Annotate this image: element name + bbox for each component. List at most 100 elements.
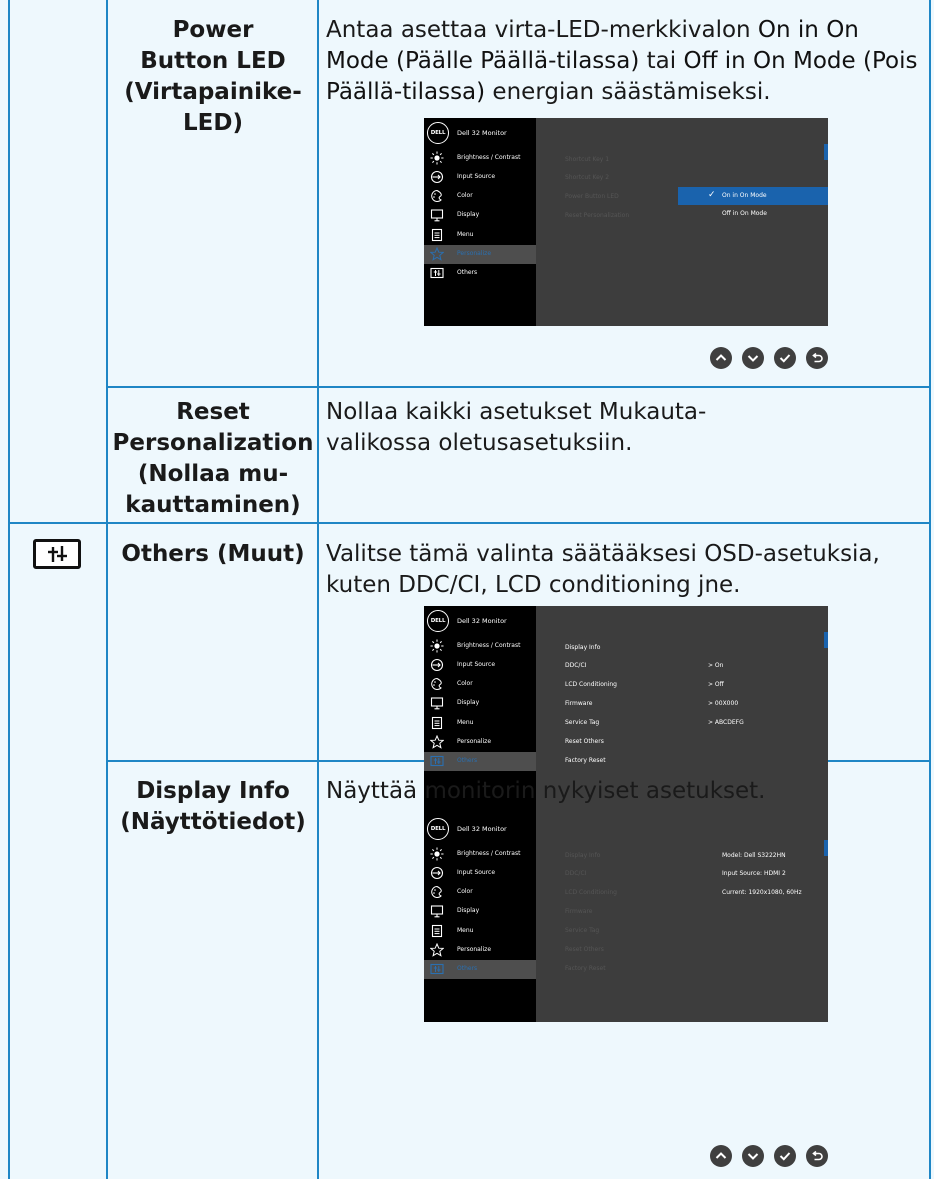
color-icon	[431, 885, 442, 898]
osd-submenu-item[interactable]: Firmware	[565, 700, 593, 707]
brightness-icon	[430, 639, 444, 653]
osd-submenu-item[interactable]: Service Tag	[565, 927, 599, 934]
osd-menu-item[interactable]: Display	[424, 206, 536, 225]
osd-submenu-item[interactable]: DDC/CI	[565, 662, 586, 669]
osd-menu-label: Personalize	[457, 250, 492, 257]
osd-menu-item[interactable]: Menu	[424, 714, 536, 733]
osd-submenu-item[interactable]: Shortcut Key 2	[565, 174, 609, 181]
osd-submenu-item[interactable]: Firmware	[565, 908, 593, 915]
osd-submenu-item[interactable]: Reset Others	[565, 946, 604, 953]
osd-menu-item[interactable]: Others	[424, 752, 536, 771]
osd-submenu-item[interactable]: Reset Personalization	[565, 212, 629, 219]
osd-menu-label: Brightness / Contrast	[457, 850, 521, 857]
osd-submenu-item[interactable]: Factory Reset	[565, 965, 606, 972]
row-power-led-desc: Antaa asettaa virta-LED-merkkivalon On i…	[326, 17, 918, 105]
others-icon	[430, 755, 444, 767]
osd-menu-item[interactable]: Display	[424, 694, 536, 713]
osd-info-value: Input Source: HDMI 2	[722, 870, 786, 877]
osd-menu-item[interactable]: Display	[424, 902, 536, 921]
down-button-icon[interactable]	[742, 347, 764, 369]
osd-menu-label: Personalize	[457, 738, 492, 745]
osd-submenu-item[interactable]: Display Info	[565, 644, 600, 651]
osd-option-selected[interactable]: ✓ On in On Mode	[678, 187, 828, 205]
brightness-icon	[430, 847, 444, 861]
others-icon	[33, 539, 81, 569]
osd-value: > 00X000	[708, 700, 739, 707]
osd-submenu-item[interactable]: Display Info	[565, 852, 600, 859]
down-button-icon-glyph	[747, 355, 759, 362]
osd-menu-label: Brightness / Contrast	[457, 642, 521, 649]
check-button-icon[interactable]	[774, 347, 796, 369]
osd-menu-item[interactable]: Personalize	[424, 245, 536, 264]
osd-menu-label: Display	[457, 699, 480, 706]
osd-menu-item[interactable]: Menu	[424, 226, 536, 245]
osd-menu-label: Others	[457, 965, 478, 972]
input-source-icon	[430, 658, 444, 672]
osd-menu-label: Brightness / Contrast	[457, 154, 521, 161]
osd-menu-item[interactable]: Brightness / Contrast	[424, 149, 536, 168]
row-reset-personalization-desc: Nollaa kaikki asetukset Mukauta-valikoss…	[326, 399, 707, 456]
osd-submenu-item[interactable]: Factory Reset	[565, 757, 606, 764]
menu-icon	[431, 228, 443, 242]
osd-menu-label: Menu	[457, 927, 474, 934]
osd-menu-label: Input Source	[457, 173, 496, 180]
osd-menu-item[interactable]: Menu	[424, 922, 536, 941]
display-icon	[430, 209, 444, 222]
color-icon	[431, 189, 442, 202]
osd-menu-label: Menu	[457, 719, 474, 726]
osd-menu-item[interactable]: Others	[424, 960, 536, 979]
osd-menu-item[interactable]: Personalize	[424, 941, 536, 960]
osd-menu-item[interactable]: Others	[424, 264, 536, 283]
osd-buttons-1	[700, 347, 830, 371]
osd-info-value: Current: 1920x1080, 60Hz	[722, 889, 802, 896]
back-button-icon-glyph	[812, 352, 823, 363]
dell-logo: DELL	[427, 818, 449, 840]
osd-menu-label: Color	[457, 192, 473, 199]
osd-scroll-indicator	[824, 632, 828, 648]
osd-menu-label: Others	[457, 757, 478, 764]
osd-display-info: DELL Dell 32 Monitor Brightness / Contrast…	[424, 814, 828, 1022]
dell-logo: DELL	[427, 122, 449, 144]
osd-submenu-item[interactable]: LCD Conditioning	[565, 681, 617, 688]
osd-submenu-item[interactable]: LCD Conditioning	[565, 889, 617, 896]
osd-submenu-item[interactable]: Shortcut Key 1	[565, 156, 609, 163]
check-button-icon-glyph	[779, 1152, 791, 1161]
osd-option[interactable]: Off in On Mode	[678, 205, 828, 223]
check-button-icon-glyph	[779, 354, 791, 363]
others-icon	[430, 963, 444, 975]
up-button-icon[interactable]	[710, 347, 732, 369]
osd-scroll-indicator	[824, 144, 828, 160]
osd-menu-item[interactable]: Brightness / Contrast	[424, 637, 536, 656]
osd-option-label: On in On Mode	[722, 192, 767, 199]
row-reset-personalization-name: Reset Personalization (Nollaa mu- kautta…	[112, 399, 314, 518]
osd-submenu-item[interactable]: DDC/CI	[565, 870, 586, 877]
back-button-icon[interactable]	[806, 1145, 828, 1167]
check-button-icon[interactable]	[774, 1145, 796, 1167]
osd-menu-item[interactable]: Color	[424, 883, 536, 902]
back-button-icon[interactable]	[806, 347, 828, 369]
osd-submenu-item[interactable]: Service Tag	[565, 719, 599, 726]
others-icon-glyph	[48, 546, 67, 562]
osd-menu-item[interactable]: Color	[424, 675, 536, 694]
osd-menu-label: Others	[457, 269, 478, 276]
osd-menu-item[interactable]: Input Source	[424, 168, 536, 187]
osd-menu-item[interactable]: Color	[424, 187, 536, 206]
osd-menu-item[interactable]: Brightness / Contrast	[424, 845, 536, 864]
row-power-led-name: Power Button LED (Virtapainike- LED)	[124, 17, 302, 136]
up-button-icon-glyph	[715, 354, 727, 361]
osd-menu-item[interactable]: Personalize	[424, 733, 536, 752]
osd-title: Dell 32 Monitor	[457, 825, 507, 833]
osd-title: Dell 32 Monitor	[457, 617, 507, 625]
osd-menu-label: Input Source	[457, 661, 496, 668]
osd-title: Dell 32 Monitor	[457, 129, 507, 137]
up-button-icon[interactable]	[710, 1145, 732, 1167]
row-divider-2	[8, 522, 931, 524]
osd-menu-item[interactable]: Input Source	[424, 656, 536, 675]
down-button-icon[interactable]	[742, 1145, 764, 1167]
osd-power-button-led: DELL Dell 32 Monitor Brightness / Contrast…	[424, 118, 828, 326]
osd-submenu-item[interactable]: Reset Others	[565, 738, 604, 745]
star-icon	[430, 943, 444, 957]
osd-submenu-item[interactable]: Power Button LED	[565, 193, 619, 200]
osd-menu-label: Display	[457, 211, 480, 218]
osd-menu-item[interactable]: Input Source	[424, 864, 536, 883]
